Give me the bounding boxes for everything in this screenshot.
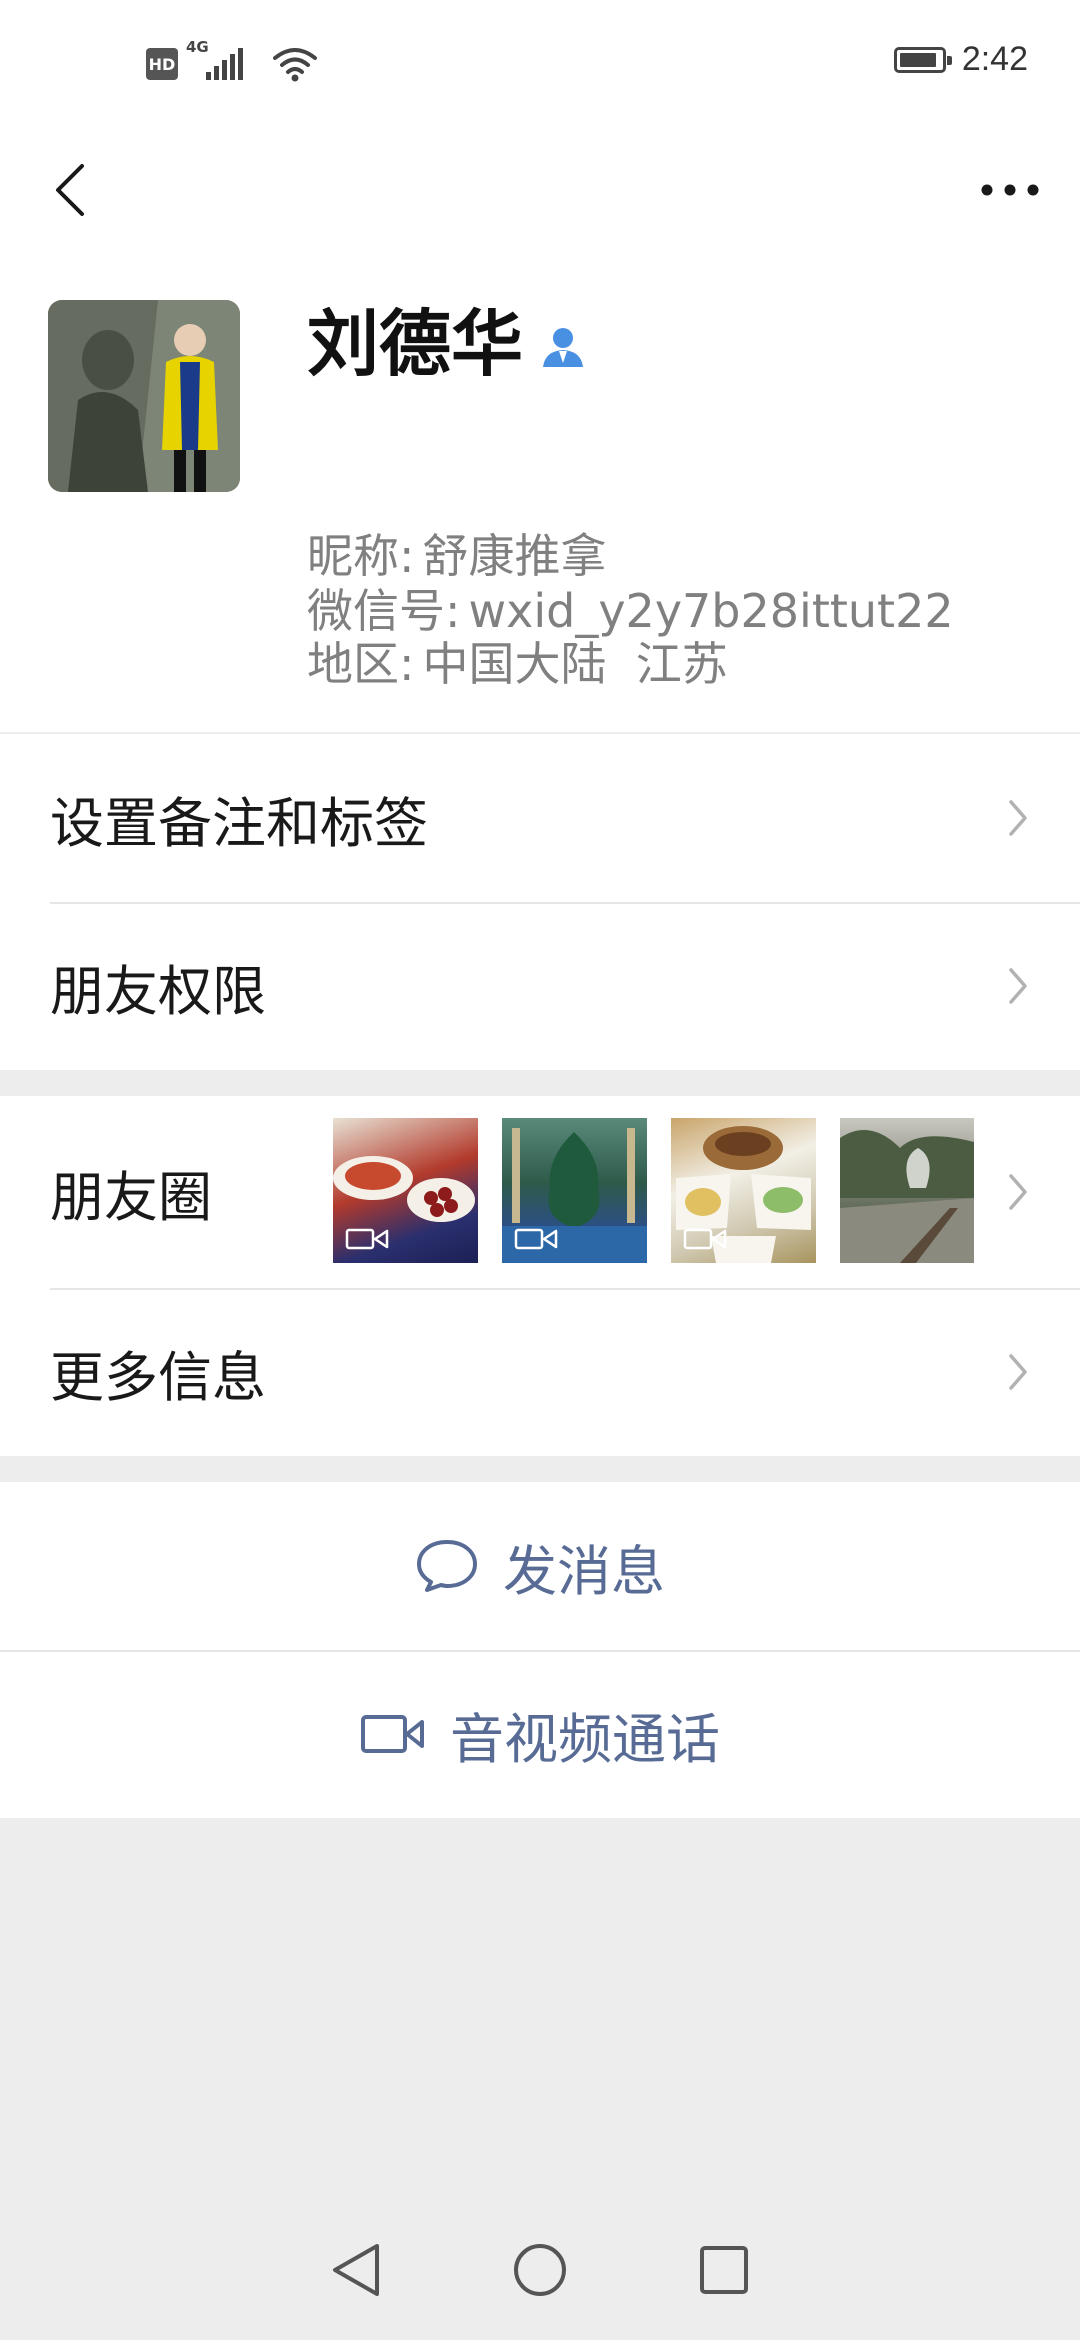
chevron-right-icon <box>1009 800 1027 836</box>
avatar[interactable] <box>48 300 240 492</box>
permissions-row[interactable]: 朋友权限 <box>0 902 1080 1070</box>
system-nav-bar <box>0 2200 1080 2340</box>
moments-label: 朋友圈 <box>50 1165 212 1229</box>
back-button[interactable] <box>30 150 110 230</box>
hd-badge: HD <box>146 48 178 80</box>
system-home-button[interactable] <box>500 2230 580 2310</box>
name-row: 刘德华 <box>307 308 585 380</box>
chevron-right-icon <box>1009 1354 1027 1390</box>
wechat-id-row[interactable]: 微信号: wxid_y2y7b28ittut22 <box>307 588 954 634</box>
battery-fill <box>899 52 936 67</box>
actions-section: 发消息 音视频通话 <box>0 1482 1080 1818</box>
moments-thumbnail <box>840 1118 974 1263</box>
chevron-right-icon <box>1009 968 1027 1004</box>
mountain-steam-image <box>840 1130 974 1263</box>
nickname-row: 昵称: 舒康推拿 <box>307 533 607 579</box>
chevron-right-icon <box>1009 1174 1027 1210</box>
nickname-value: 舒康推拿 <box>422 529 607 583</box>
more-dots-icon <box>981 184 1039 196</box>
signal-icon <box>206 48 243 80</box>
moments-thumbnails <box>333 1118 974 1263</box>
region-label: 地区: <box>307 637 415 691</box>
remark-tags-row[interactable]: 设置备注和标签 <box>0 734 1080 902</box>
av-call-label: 音视频通话 <box>450 1707 720 1771</box>
settings-section: 设置备注和标签 朋友权限 <box>0 734 1080 1070</box>
circle-home-icon <box>514 2244 566 2296</box>
avatar-image <box>48 300 240 492</box>
back-arrow-icon <box>56 164 84 216</box>
status-right: 2:42 <box>893 40 1028 79</box>
video-camera-icon <box>361 1715 424 1753</box>
video-badge-icon <box>345 1228 389 1250</box>
permissions-label: 朋友权限 <box>50 959 266 1023</box>
profile-card: 刘德华 昵称: 舒康推拿 微信号: wxid_y2y7b28ittut22 地区: 中… <box>0 250 1080 732</box>
wechat-id-value: wxid_y2y7b28ittut22 <box>468 584 954 638</box>
chat-bubble-icon <box>417 1540 477 1592</box>
square-recents-icon <box>700 2246 748 2294</box>
nickname-label: 昵称: <box>307 529 415 583</box>
system-recents-button[interactable] <box>684 2230 764 2310</box>
remark-tags-label: 设置备注和标签 <box>50 791 428 855</box>
more-info-row[interactable]: 更多信息 <box>0 1288 1080 1456</box>
moments-row[interactable]: 朋友圈 <box>0 1096 1080 1288</box>
wechat-id-label: 微信号: <box>307 584 461 638</box>
video-badge-icon <box>514 1228 558 1250</box>
moments-section: 朋友圈 更多信息 <box>0 1096 1080 1456</box>
battery-icon <box>893 46 952 73</box>
contact-name: 刘德华 <box>307 302 524 386</box>
send-message-button[interactable]: 发消息 <box>0 1482 1080 1650</box>
status-bar: HD 4G 2:42 <box>0 0 1080 130</box>
moments-thumbnail <box>333 1118 478 1263</box>
region-value: 中国大陆 江苏 <box>422 637 728 691</box>
more-info-label: 更多信息 <box>50 1345 266 1409</box>
wifi-icon <box>273 48 317 82</box>
triangle-back-icon <box>333 2244 379 2296</box>
status-left: HD 4G <box>146 38 318 84</box>
more-button[interactable] <box>970 150 1050 230</box>
moments-thumbnail <box>671 1118 816 1263</box>
top-nav <box>0 130 1080 250</box>
video-badge-icon <box>683 1228 727 1250</box>
av-call-button[interactable]: 音视频通话 <box>0 1650 1080 1818</box>
system-back-button[interactable] <box>316 2230 396 2310</box>
clock: 2:42 <box>961 40 1028 78</box>
send-message-label: 发消息 <box>503 1539 665 1603</box>
region-row: 地区: 中国大陆 江苏 <box>307 641 728 687</box>
contact-person-icon <box>543 328 584 367</box>
network-label: 4G <box>186 38 246 84</box>
moments-thumbnail <box>502 1118 647 1263</box>
